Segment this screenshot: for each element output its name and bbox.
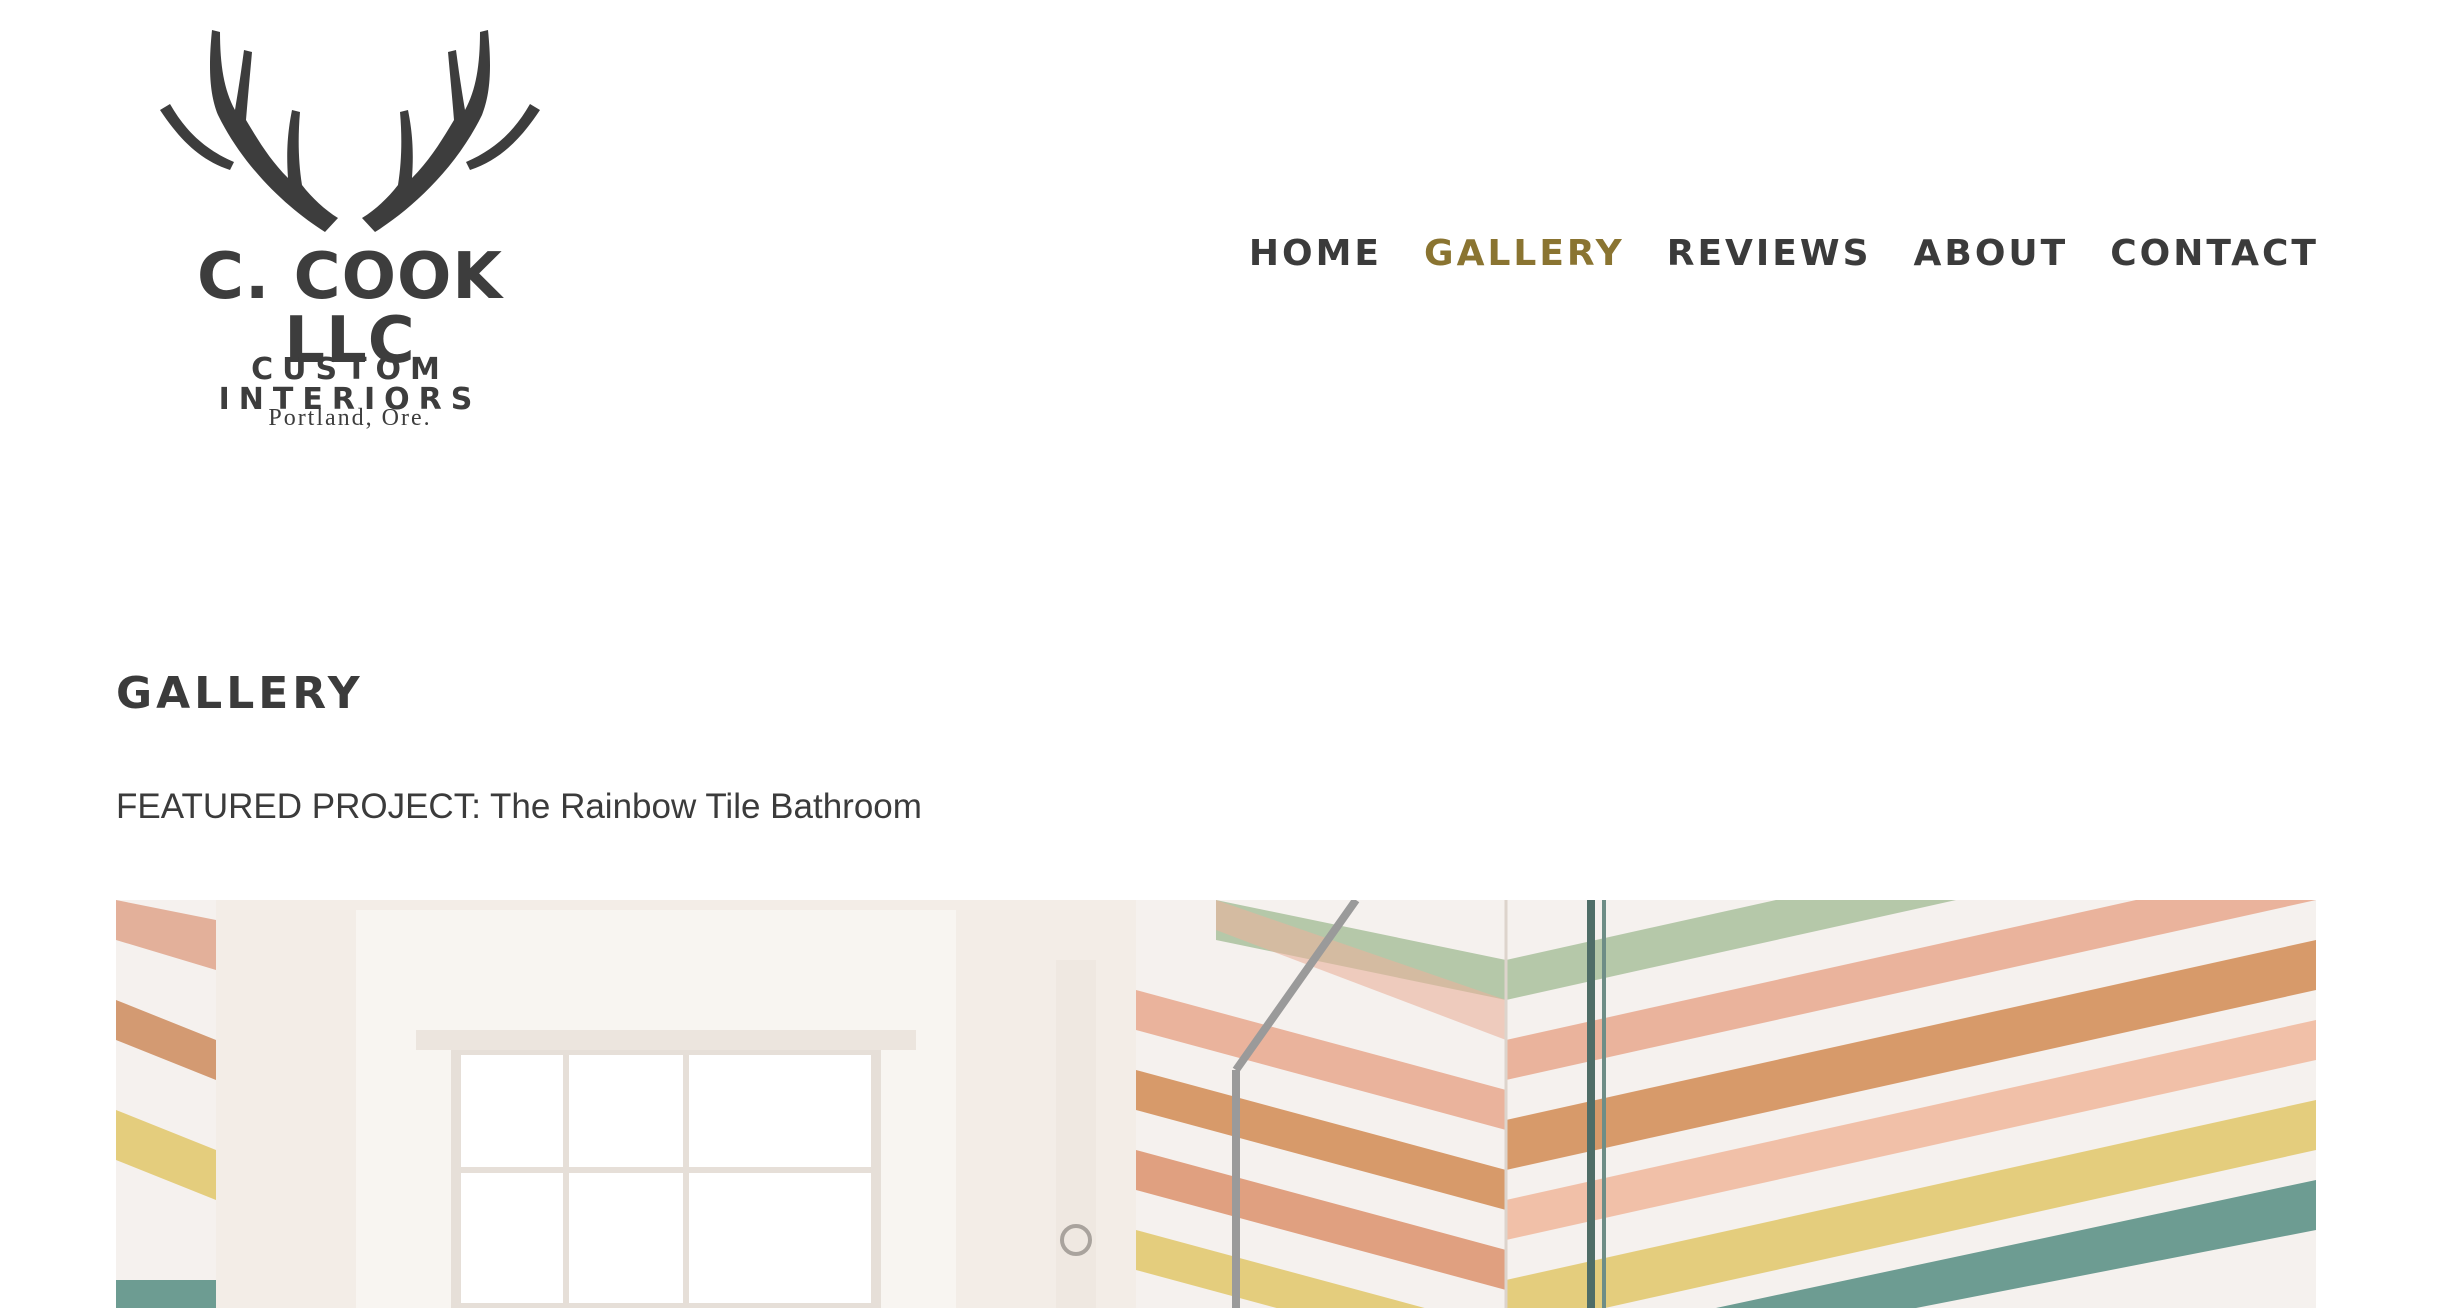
- bathroom-photo: [116, 900, 2316, 1308]
- featured-project-image[interactable]: [116, 900, 2316, 1308]
- nav-gallery[interactable]: GALLERY: [1424, 236, 1625, 272]
- page-title: GALLERY: [116, 668, 364, 719]
- site-logo[interactable]: C. COOK LLC CUSTOM INTERIORS Portland, O…: [140, 20, 560, 430]
- featured-project-caption: FEATURED PROJECT: The Rainbow Tile Bathr…: [116, 787, 922, 826]
- main-nav: HOME GALLERY REVIEWS ABOUT CONTACT: [1249, 236, 2319, 272]
- logo-city: Portland, Ore.: [268, 405, 432, 431]
- nav-home[interactable]: HOME: [1249, 236, 1382, 272]
- nav-reviews[interactable]: REVIEWS: [1667, 236, 1872, 272]
- antlers-icon: [160, 30, 540, 232]
- nav-about[interactable]: ABOUT: [1914, 236, 2069, 272]
- nav-contact[interactable]: CONTACT: [2110, 236, 2319, 272]
